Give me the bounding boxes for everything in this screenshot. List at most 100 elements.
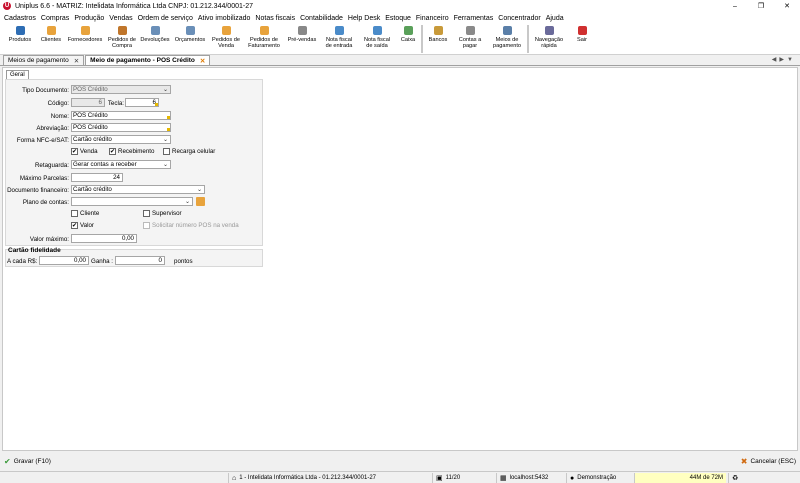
a-cada-label: A cada R$: bbox=[7, 258, 38, 265]
close-tab-icon[interactable]: ✕ bbox=[200, 57, 205, 65]
toolbar-button-4[interactable]: Devoluções bbox=[139, 24, 171, 54]
status-gc[interactable]: ♻ bbox=[728, 473, 748, 483]
toolbar-button-5[interactable]: Orçamentos bbox=[171, 24, 209, 54]
maximize-icon[interactable]: ❐ bbox=[748, 0, 774, 12]
window-controls: – ❐ ✕ bbox=[722, 0, 800, 12]
toolbar-button-16[interactable]: Sair bbox=[569, 24, 595, 54]
tipo-documento-label: Tipo Documento: bbox=[22, 87, 69, 94]
retaguarda-select[interactable]: Gerar contas a receber ⌄ bbox=[71, 160, 171, 169]
chevron-down-icon: ⌄ bbox=[184, 199, 190, 205]
menu-ordem-de-servico[interactable]: Ordem de serviço bbox=[138, 15, 193, 22]
max-parcelas-field[interactable]: 24 bbox=[71, 173, 123, 182]
menu-cadastros[interactable]: Cadastros bbox=[4, 15, 36, 22]
person-icon bbox=[46, 26, 56, 35]
a-cada-field[interactable]: 0,00 bbox=[39, 256, 89, 265]
toolbar-button-1[interactable]: Clientes bbox=[37, 24, 65, 54]
forma-nfce-value: Cartão crédito bbox=[73, 136, 112, 143]
menu-bar: Cadastros Compras Produção Vendas Ordem de s… bbox=[0, 12, 800, 24]
retaguarda-value: Gerar contas a receber bbox=[73, 161, 137, 168]
checkbox-box: ✔ bbox=[109, 148, 116, 155]
power-icon bbox=[577, 26, 587, 35]
toolbar-button-label: Sair bbox=[577, 37, 587, 43]
menu-compras[interactable]: Compras bbox=[41, 15, 69, 22]
cart-icon bbox=[117, 26, 127, 35]
status-user: ● Demonstração bbox=[566, 473, 632, 483]
close-tab-icon[interactable]: ✕ bbox=[74, 57, 79, 65]
forma-nfce-select[interactable]: Cartão crédito ⌄ bbox=[71, 135, 171, 144]
menu-ativo-imobilizado[interactable]: Ativo imobilizado bbox=[198, 15, 251, 22]
menu-ferramentas[interactable]: Ferramentas bbox=[454, 15, 494, 22]
payment-icon bbox=[502, 26, 512, 35]
toolbar-button-label: Caixa bbox=[400, 37, 416, 43]
tab-pos-credito[interactable]: Meio de pagamento - POS Crédito ✕ bbox=[85, 55, 211, 65]
folder-icon[interactable] bbox=[196, 197, 205, 206]
cancel-icon: ✖ bbox=[740, 456, 748, 466]
menu-ajuda[interactable]: Ajuda bbox=[546, 15, 564, 22]
menu-help-desk[interactable]: Help Desk bbox=[348, 15, 380, 22]
menu-contabilidade[interactable]: Contabilidade bbox=[300, 15, 343, 22]
cliente-checkbox[interactable]: Cliente bbox=[71, 210, 99, 217]
minimize-icon[interactable]: – bbox=[722, 0, 748, 12]
plano-contas-select[interactable]: ⌄ bbox=[71, 197, 193, 206]
recarga-celular-checkbox[interactable]: Recarga celular bbox=[163, 148, 215, 155]
toolbar-button-13[interactable]: Contas a pagar bbox=[453, 24, 487, 54]
toolbar-button-12[interactable]: Bancos bbox=[423, 24, 453, 54]
quote-icon bbox=[185, 26, 195, 35]
nome-field[interactable]: POS Crédito bbox=[71, 111, 171, 120]
toolbar-button-0[interactable]: Produtos bbox=[3, 24, 37, 54]
tecla-field[interactable]: 6 bbox=[125, 98, 159, 107]
recebimento-checkbox[interactable]: ✔ Recebimento bbox=[109, 148, 154, 155]
toolbar-button-8[interactable]: Pré-vendas bbox=[285, 24, 319, 54]
valor-maximo-field[interactable]: 0,00 bbox=[71, 234, 137, 243]
menu-estoque[interactable]: Estoque bbox=[385, 15, 411, 22]
status-company-text: 1 - Intelidata Informática Ltda - 01.212… bbox=[239, 475, 376, 481]
menu-financeiro[interactable]: Financeiro bbox=[416, 15, 449, 22]
trash-icon: ♻ bbox=[732, 475, 739, 482]
toolbar-button-3[interactable]: Pedidos de Compra bbox=[105, 24, 139, 54]
toolbar-button-2[interactable]: Fornecedores bbox=[65, 24, 105, 54]
solicitar-pos-checkbox: Solicitar número POS na venda bbox=[143, 222, 239, 229]
toolbar-button-label: Nota fiscal de saída bbox=[363, 37, 391, 49]
menu-concentrador[interactable]: Concentrador bbox=[498, 15, 540, 22]
toolbar: Produtos Clientes Fornecedores Pedidos de C… bbox=[0, 24, 800, 55]
save-button[interactable]: ✔ Gravar (F10) bbox=[4, 457, 51, 466]
close-icon[interactable]: ✕ bbox=[774, 0, 800, 12]
cancel-button[interactable]: ✖ Cancelar (ESC) bbox=[741, 457, 796, 466]
venda-checkbox[interactable]: ✔ Venda bbox=[71, 148, 98, 155]
status-bar: ⌂ 1 - Intelidata Informática Ltda - 01.21… bbox=[0, 471, 800, 483]
abreviacao-field[interactable]: POS Crédito bbox=[71, 123, 171, 132]
checkbox-label: Supervisor bbox=[152, 210, 182, 217]
toolbar-button-label: Nota fiscal de entrada bbox=[325, 37, 353, 49]
chevron-down-icon: ⌄ bbox=[162, 87, 168, 93]
tab-meios-de-pagamento[interactable]: Meios de pagamento ✕ bbox=[3, 55, 85, 65]
toolbar-button-11[interactable]: Caixa bbox=[395, 24, 421, 54]
ganha-field[interactable]: 0 bbox=[115, 256, 165, 265]
toolbar-button-15[interactable]: Navegação rápida bbox=[529, 24, 569, 54]
toolbar-button-14[interactable]: Meios de pagamento bbox=[487, 24, 527, 54]
checkbox-label: Valor bbox=[80, 222, 94, 229]
tab-navigation: ◀▶▼ bbox=[772, 56, 796, 63]
toolbar-button-10[interactable]: Nota fiscal de saída bbox=[359, 24, 395, 54]
toolbar-button-9[interactable]: Nota fiscal de entrada bbox=[319, 24, 359, 54]
menu-producao[interactable]: Produção bbox=[74, 15, 104, 22]
toolbar-button-7[interactable]: Pedidos de Faturamento bbox=[243, 24, 285, 54]
home-icon: ⌂ bbox=[232, 474, 237, 482]
supervisor-checkbox[interactable]: Supervisor bbox=[143, 210, 182, 217]
navigation-icon bbox=[544, 26, 554, 35]
toolbar-button-label: Bancos bbox=[428, 37, 448, 43]
subtab-geral[interactable]: Geral bbox=[6, 70, 29, 79]
fidelidade-title: Cartão fidelidade bbox=[8, 247, 61, 254]
menu-notas-fiscais[interactable]: Notas fiscais bbox=[255, 15, 295, 22]
chevron-down-icon: ⌄ bbox=[162, 162, 168, 168]
valor-checkbox[interactable]: ✔ Valor bbox=[71, 222, 94, 229]
toolbar-button-label: Pedidos de Faturamento bbox=[248, 37, 280, 49]
status-page: ▣ 11/20 bbox=[432, 473, 492, 483]
tecla-label: Tecla: bbox=[107, 100, 124, 107]
menu-vendas[interactable]: Vendas bbox=[109, 15, 132, 22]
tab-list-icon[interactable]: ▼ bbox=[787, 57, 796, 63]
checkbox-box bbox=[143, 222, 150, 229]
tab-next-icon[interactable]: ▶ bbox=[779, 57, 787, 63]
toolbar-button-6[interactable]: Pedidos de Venda bbox=[209, 24, 243, 54]
doc-financeiro-select[interactable]: Cartão crédito ⌄ bbox=[71, 185, 205, 194]
database-icon: ▦ bbox=[500, 475, 507, 482]
